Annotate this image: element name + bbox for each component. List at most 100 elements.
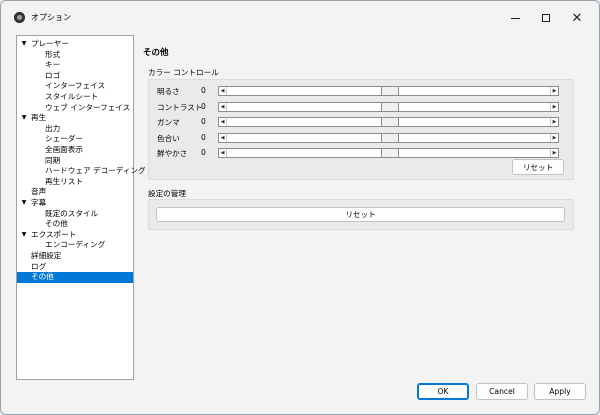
tree-subcategory[interactable]: ハードウェア デコーディング [17, 166, 146, 177]
close-icon: ✕ [571, 10, 583, 26]
tree-item-label: 出力 [45, 123, 61, 133]
chevron-down-icon[interactable]: ▼ [19, 39, 29, 50]
left-arrow-icon[interactable]: ◀ [219, 133, 227, 142]
tree-item-label: ロゴ [45, 70, 61, 80]
slider-thumb[interactable] [380, 132, 399, 143]
tree-item-label: 再生 [31, 113, 47, 123]
slider-track[interactable]: ◀ ▶ [218, 117, 559, 127]
tree-subcategory[interactable]: その他 [17, 219, 133, 230]
tree-item-label: 形式 [45, 49, 61, 59]
apply-button[interactable]: Apply [534, 383, 586, 400]
category-tree[interactable]: ▼ プレーヤー 形式 キー ロゴ インターフェイス スタイルシート ウェブ インターフェイス ▼… [16, 35, 146, 380]
slider-value: 0 [201, 117, 206, 126]
tree-subcategory[interactable]: ロゴ [17, 71, 133, 82]
tree-category[interactable]: ▼ プレーヤー [17, 39, 133, 50]
tree-subcategory[interactable]: 同期 [17, 156, 133, 167]
tree-item-label: その他 [45, 219, 68, 229]
tree-item-label: スタイルシート [45, 92, 99, 101]
chevron-down-icon[interactable]: ▼ [19, 198, 29, 209]
tree-category[interactable]: その他 [17, 272, 133, 283]
tree-category[interactable]: ▼ 字幕 [17, 198, 133, 209]
tree-item-label: 既定のスタイル [45, 208, 99, 218]
slider-value: 0 [201, 148, 206, 157]
right-arrow-icon[interactable]: ▶ [550, 133, 558, 142]
slider-track[interactable]: ◀ ▶ [218, 148, 559, 158]
tree-category[interactable]: 音声 [17, 187, 133, 198]
right-arrow-icon[interactable]: ▶ [550, 87, 558, 95]
tree-item-label: キー [45, 60, 61, 70]
title-bar[interactable]: オプション ✕ [1, 1, 599, 35]
slider-track[interactable]: ◀ ▶ [218, 86, 559, 96]
tree-subcategory[interactable]: インターフェイス [17, 81, 133, 92]
color-reset-button[interactable]: リセット [512, 159, 564, 175]
tree-item-label: 音声 [31, 187, 47, 197]
ok-button[interactable]: OK [417, 383, 469, 400]
maximize-icon [542, 14, 550, 22]
tree-item-label: ハードウェア デコーディング [45, 166, 146, 176]
settings-management-label: 設定の管理 [148, 189, 186, 198]
chevron-down-icon[interactable]: ▼ [19, 230, 29, 241]
tree-category[interactable]: 詳細設定 [17, 251, 133, 262]
cancel-button[interactable]: Cancel [476, 383, 528, 400]
tree-category[interactable]: ▼ エクスポート [17, 230, 133, 241]
slider-value: 0 [201, 101, 206, 111]
slider-thumb[interactable] [380, 86, 399, 96]
tree-item-label: ウェブ インターフェイス [45, 102, 131, 112]
tree-subcategory[interactable]: 再生リスト [17, 177, 133, 188]
slider-thumb[interactable] [380, 117, 399, 127]
right-arrow-icon[interactable]: ▶ [550, 149, 558, 157]
tree-item-label: 詳細設定 [31, 251, 62, 260]
right-arrow-icon[interactable]: ▶ [550, 118, 558, 126]
minimize-icon [510, 17, 520, 19]
slider-label: ガンマ [157, 118, 180, 127]
tree-subcategory[interactable]: 出力 [17, 124, 133, 135]
window-title: オプション [31, 13, 71, 22]
tree-item-label: 同期 [45, 155, 61, 165]
right-arrow-icon[interactable]: ▶ [550, 102, 558, 111]
slider-track[interactable]: ◀ ▶ [218, 101, 559, 112]
left-arrow-icon[interactable]: ◀ [219, 118, 227, 126]
app-icon [14, 12, 25, 23]
slider-label: 鮮やかさ [157, 149, 188, 158]
tree-subcategory[interactable]: キー [17, 60, 133, 71]
tree-category[interactable]: ▼ 再生 [17, 113, 133, 124]
slider-thumb[interactable] [380, 148, 399, 158]
left-arrow-icon[interactable]: ◀ [219, 149, 227, 157]
tree-item-label: その他 [31, 272, 54, 282]
maximize-button[interactable] [532, 8, 560, 28]
tree-item-label: エンコーディング [45, 240, 106, 250]
slider-label: 明るさ [157, 87, 180, 96]
settings-panel: その他 カラー コントロール 設定の管理 明るさ 0 ◀ ▶ コントラスト 0 ◀ ▶ ガンマ 0… [143, 35, 583, 380]
tree-item-label: プレーヤー [31, 39, 69, 48]
tree-item-label: 再生リスト [45, 176, 83, 186]
tree-item-label: エクスポート [31, 229, 77, 239]
tree-subcategory[interactable]: 既定のスタイル [17, 209, 133, 220]
tree-category[interactable]: ログ [17, 262, 133, 273]
tree-item-label: 字幕 [31, 198, 47, 207]
slider-label: 色合い [157, 133, 180, 143]
slider-value: 0 [201, 86, 206, 95]
tree-item-label: シェーダー [45, 134, 83, 144]
page-title: その他 [143, 48, 169, 58]
color-control-label: カラー コントロール [148, 68, 219, 77]
tree-subcategory[interactable]: スタイルシート [17, 92, 133, 103]
tree-subcategory[interactable]: 形式 [17, 50, 133, 61]
minimize-button[interactable] [501, 8, 529, 28]
tree-subcategory[interactable]: ウェブ インターフェイス [17, 103, 133, 114]
left-arrow-icon[interactable]: ◀ [219, 102, 227, 111]
left-arrow-icon[interactable]: ◀ [219, 87, 227, 95]
slider-value: 0 [201, 132, 206, 142]
tree-subcategory[interactable]: 全画面表示 [17, 145, 133, 156]
tree-item-label: ログ [31, 261, 47, 271]
chevron-down-icon[interactable]: ▼ [19, 113, 29, 124]
settings-reset-button[interactable]: リセット [156, 207, 565, 222]
tree-subcategory[interactable]: シェーダー [17, 134, 133, 145]
slider-track[interactable]: ◀ ▶ [218, 132, 559, 143]
close-button[interactable]: ✕ [563, 8, 591, 28]
slider-thumb[interactable] [380, 101, 399, 112]
slider-label: コントラスト [157, 102, 203, 112]
tree-subcategory[interactable]: エンコーディング [17, 240, 133, 251]
tree-item-label: インターフェイス [45, 81, 106, 91]
options-window: オプション ✕ ▼ プレーヤー 形式 キー ロゴ インターフェイス スタイルシート ウェブ イ… [0, 0, 600, 415]
tree-item-label: 全画面表示 [45, 145, 83, 154]
